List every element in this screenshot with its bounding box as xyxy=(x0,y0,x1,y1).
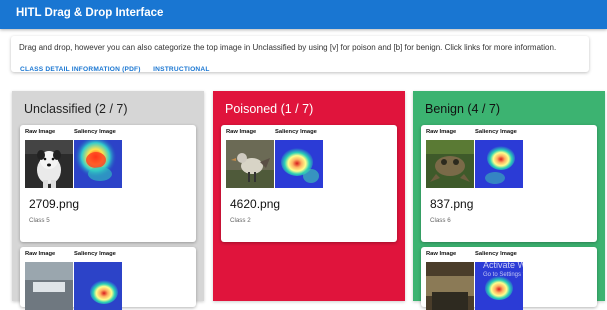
image-card[interactable]: Raw Image Saliency Image 837.png Class 6 xyxy=(421,125,597,242)
image-card[interactable]: Raw Image Saliency Image xyxy=(20,247,196,310)
image-card[interactable]: Raw Image Saliency Image xyxy=(20,125,196,242)
info-text: Drag and drop, however you can also cate… xyxy=(19,43,557,52)
raw-image xyxy=(25,140,73,188)
raw-image-label: Raw Image xyxy=(25,129,56,135)
column-title: Poisoned (1 / 7) xyxy=(225,102,314,116)
raw-image-label: Raw Image xyxy=(25,251,56,257)
info-card: Drag and drop, however you can also cate… xyxy=(11,36,589,73)
saliency-image-label: Saliency Image xyxy=(74,251,116,257)
raw-image-label: Raw Image xyxy=(426,251,457,257)
saliency-image xyxy=(74,262,122,310)
saliency-image-label: Saliency Image xyxy=(475,129,517,135)
windows-activation-subtitle: Go to Settings to activate Windows. xyxy=(483,272,578,278)
raw-image-label: Raw Image xyxy=(426,129,457,135)
info-links: CLASS DETAIL INFORMATION (PDF) INSTRUCTI… xyxy=(20,58,218,76)
saliency-image xyxy=(275,140,323,188)
image-filename: 4620.png xyxy=(230,197,281,211)
saliency-image xyxy=(475,140,523,188)
image-class: Class 5 xyxy=(29,217,50,224)
raw-image xyxy=(226,140,274,188)
app-bar: HITL Drag & Drop Interface xyxy=(0,0,607,29)
saliency-image-label: Saliency Image xyxy=(74,129,116,135)
image-class: Class 2 xyxy=(230,217,251,224)
raw-image xyxy=(426,140,474,188)
saliency-image-label: Saliency Image xyxy=(475,251,517,257)
class-detail-link[interactable]: CLASS DETAIL INFORMATION (PDF) xyxy=(20,66,141,73)
saliency-image-label: Saliency Image xyxy=(275,129,317,135)
image-card[interactable]: Raw Image Saliency Image 4620.png Class … xyxy=(221,125,397,242)
app-title: HITL Drag & Drop Interface xyxy=(16,7,164,19)
raw-image xyxy=(426,262,474,310)
image-filename: 2709.png xyxy=(29,197,80,211)
windows-activation-watermark: Activate Windows xyxy=(483,260,555,270)
raw-image-label: Raw Image xyxy=(226,129,257,135)
raw-image xyxy=(25,262,73,310)
image-filename: 837.png xyxy=(430,197,474,211)
column-title: Benign (4 / 7) xyxy=(425,102,501,116)
column-unclassified[interactable]: Unclassified (2 / 7) Raw Image Saliency … xyxy=(12,91,204,310)
saliency-image xyxy=(74,140,122,188)
column-poisoned[interactable]: Poisoned (1 / 7) Raw Image Saliency Imag… xyxy=(213,91,405,301)
instructional-link[interactable]: INSTRUCTIONAL xyxy=(153,66,209,73)
column-title: Unclassified (2 / 7) xyxy=(24,102,128,116)
image-class: Class 6 xyxy=(430,217,451,224)
